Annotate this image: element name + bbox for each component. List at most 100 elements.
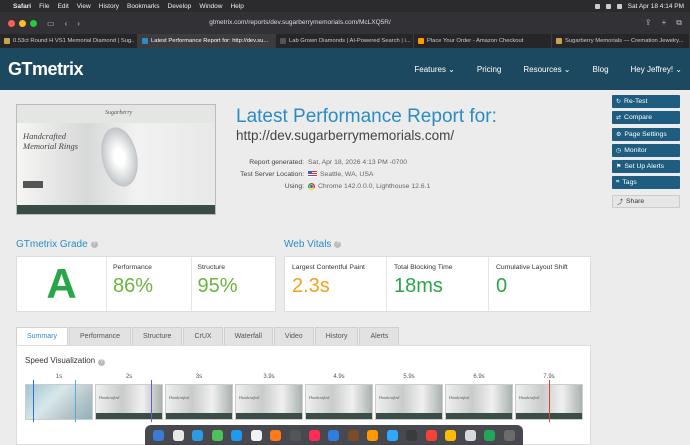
- filmstrip-frame[interactable]: Handcrafted: [305, 384, 373, 420]
- monitor-button[interactable]: ◷ Monitor: [612, 144, 680, 157]
- tab-video[interactable]: Video: [273, 327, 314, 345]
- battery-icon[interactable]: [594, 3, 600, 9]
- grade-title-text: GTmetrix Grade: [16, 239, 88, 250]
- frame-time-label: 1s: [55, 374, 63, 380]
- tab-structure[interactable]: Structure: [132, 327, 183, 345]
- zoom-window-button[interactable]: [30, 19, 37, 27]
- meta-using-label: Using:: [284, 182, 304, 190]
- menu-bookmarks[interactable]: Bookmarks: [127, 3, 160, 10]
- address-bar[interactable]: gtmetrix.com/reports/dev.sugarberrymemor…: [200, 16, 400, 29]
- compare-button[interactable]: ⇄ Compare: [612, 111, 680, 124]
- app-icon[interactable]: [270, 429, 282, 441]
- filmstrip-frame[interactable]: [25, 384, 93, 420]
- tab-waterfall[interactable]: Waterfall: [223, 327, 273, 345]
- browser-tab[interactable]: Lab Grown Diamonds | AI-Powered Search |…: [276, 34, 414, 48]
- share-icon[interactable]: ⇪: [645, 18, 652, 28]
- browser-tab-active[interactable]: Latest Performance Report for: http://de…: [138, 34, 276, 48]
- tbt-metric: Total Blocking Time 18ms: [387, 257, 489, 311]
- safari-icon[interactable]: [231, 429, 243, 441]
- minimize-window-button[interactable]: [19, 19, 26, 27]
- menu-file[interactable]: File: [39, 3, 49, 10]
- report-url[interactable]: http://dev.sugarberrymemorials.com/: [236, 128, 454, 143]
- nav-blog[interactable]: Blog: [593, 65, 609, 74]
- music-icon[interactable]: [308, 429, 320, 441]
- tags-button[interactable]: ⌗ Tags: [612, 176, 680, 189]
- nav-resources[interactable]: Resources ⌄: [523, 65, 570, 74]
- meta-using: Using: Chrome 142.0.0.0, Lighthouse 12.6…: [236, 180, 430, 192]
- browser-tab[interactable]: Place Your Order - Amazon Checkout: [414, 34, 552, 48]
- refresh-icon: ↻: [616, 99, 622, 105]
- back-icon[interactable]: ‹: [65, 19, 68, 28]
- screenshot-cta: [23, 181, 43, 188]
- mail-icon[interactable]: [192, 429, 204, 441]
- alerts-button[interactable]: ⚑ Set Up Alerts: [612, 160, 680, 173]
- app-icon[interactable]: [406, 429, 418, 441]
- tab-alerts[interactable]: Alerts: [359, 327, 400, 345]
- forward-icon[interactable]: ›: [77, 19, 80, 28]
- tab-summary[interactable]: Summary: [16, 327, 68, 345]
- trash-icon[interactable]: [503, 429, 515, 441]
- structure-label: Structure: [197, 264, 226, 271]
- close-window-button[interactable]: [8, 19, 15, 27]
- filmstrip-frame[interactable]: Handcrafted: [445, 384, 513, 420]
- tab-crux[interactable]: CrUX: [183, 327, 223, 345]
- app-icon[interactable]: [328, 429, 340, 441]
- menu-edit[interactable]: Edit: [58, 3, 69, 10]
- retest-button[interactable]: ↻ Re-Test: [612, 95, 680, 108]
- illustrator-icon[interactable]: [367, 429, 379, 441]
- menu-develop[interactable]: Develop: [168, 3, 192, 10]
- calendar-icon[interactable]: [250, 429, 262, 441]
- app-icon[interactable]: [347, 429, 359, 441]
- tab-performance[interactable]: Performance: [68, 327, 132, 345]
- filmstrip-frame[interactable]: Handcrafted: [235, 384, 303, 420]
- nav-pricing[interactable]: Pricing: [477, 65, 501, 74]
- tab-history[interactable]: History: [314, 327, 359, 345]
- app-icon[interactable]: [484, 429, 496, 441]
- help-icon[interactable]: ?: [90, 240, 98, 248]
- app-icon[interactable]: [289, 429, 301, 441]
- tab-overview-icon[interactable]: ⧉: [676, 18, 682, 28]
- wifi-icon[interactable]: [605, 3, 611, 9]
- grade-letter: A: [17, 257, 107, 311]
- us-flag-icon: [308, 171, 317, 177]
- help-icon[interactable]: ?: [98, 359, 106, 366]
- menu-view[interactable]: View: [77, 3, 91, 10]
- fully-loaded-marker: [549, 380, 550, 422]
- gear-icon: ⚙: [616, 132, 622, 138]
- chrome-dock-icon[interactable]: [445, 429, 457, 441]
- site-header: GTmetrix Features ⌄ Pricing Resources ⌄ …: [0, 48, 690, 90]
- browser-tab[interactable]: Sugarberry Memorials — Cremation Jewelry…: [552, 34, 690, 48]
- filmstrip-frame[interactable]: Handcrafted: [95, 384, 163, 420]
- new-tab-icon[interactable]: +: [662, 18, 667, 28]
- browser-tab[interactable]: 0.53ct Round H VS1 Memorial Diamond | Su…: [0, 34, 138, 48]
- menu-history[interactable]: History: [99, 3, 119, 10]
- share-button[interactable]: ⤴ Share: [612, 195, 680, 208]
- sidebar-toggle-icon[interactable]: ▭: [47, 19, 55, 28]
- finder-icon[interactable]: [153, 429, 165, 441]
- menu-status-area: Sat Apr 18 4:14 PM: [594, 3, 684, 10]
- photoshop-icon[interactable]: [386, 429, 398, 441]
- help-icon[interactable]: ?: [334, 240, 342, 248]
- launchpad-icon[interactable]: [172, 429, 184, 441]
- page-settings-button[interactable]: ⚙ Page Settings: [612, 128, 680, 141]
- control-center-icon[interactable]: [616, 3, 622, 9]
- messages-icon[interactable]: [211, 429, 223, 441]
- app-icon[interactable]: [464, 429, 476, 441]
- share-icon: ⤴: [617, 200, 624, 206]
- menu-datetime[interactable]: Sat Apr 18 4:14 PM: [628, 3, 684, 10]
- page-screenshot-thumbnail[interactable]: Sugarberry Handcrafted Memorial Rings: [16, 104, 216, 215]
- cls-metric: Cumulative Layout Shift 0: [489, 257, 590, 311]
- share-label: Share: [626, 198, 645, 205]
- app-icon[interactable]: [425, 429, 437, 441]
- nav-features[interactable]: Features ⌄: [414, 65, 455, 74]
- meta-using-value: Chrome 142.0.0.0, Lighthouse 12.6.1: [318, 182, 431, 190]
- frame-time-label: 4.9s: [333, 374, 345, 380]
- nav-user-menu[interactable]: Hey Jeffrey! ⌄: [631, 65, 682, 74]
- gtmetrix-logo[interactable]: GTmetrix: [8, 59, 84, 80]
- filmstrip-frame[interactable]: Handcrafted: [165, 384, 233, 420]
- menu-help[interactable]: Help: [230, 3, 243, 10]
- menu-window[interactable]: Window: [199, 3, 222, 10]
- filmstrip-frame[interactable]: Handcrafted: [375, 384, 443, 420]
- menu-app-safari[interactable]: Safari: [13, 3, 31, 10]
- alerts-label: Set Up Alerts: [624, 163, 665, 170]
